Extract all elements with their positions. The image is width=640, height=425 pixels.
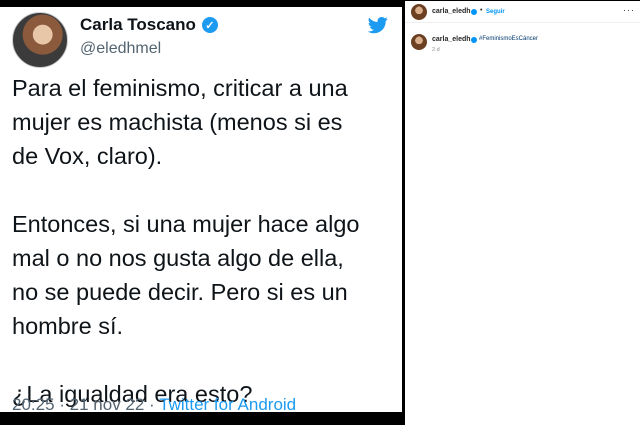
tweet-author-row: Carla Toscano ✓ [80, 15, 218, 35]
instagram-post-header: carla_eledh • Seguir ··· [405, 1, 640, 23]
ig-caption-username[interactable]: carla_eledh [432, 36, 471, 43]
author-handle[interactable]: @eledhmel [80, 40, 161, 58]
tweet-line: mujer es machista (menos si es [12, 109, 343, 135]
avatar[interactable] [411, 4, 427, 20]
follow-button[interactable]: Seguir [486, 9, 505, 15]
twitter-bird-icon [368, 17, 388, 34]
tweet-line: Para el feminismo, criticar a una [12, 75, 348, 101]
verified-badge-icon [471, 9, 477, 15]
post-time[interactable]: 2 d [432, 47, 440, 53]
author-name[interactable]: Carla Toscano [80, 15, 196, 35]
instagram-panel: carla_eledh • Seguir ··· carla_eledh #Fe… [405, 1, 640, 425]
hashtag-link[interactable]: #FeminismoEsCáncer [479, 36, 538, 42]
tweet-text: Para el feminismo, criticar a una mujer … [12, 71, 400, 411]
tweet-meta: 20:25 · 21 nov 22 · Twitter for Android [12, 395, 296, 412]
tweet-source-link[interactable]: Twitter for Android [159, 395, 296, 412]
more-options-icon[interactable]: ··· [623, 5, 635, 15]
ig-username[interactable]: carla_eledh [432, 8, 471, 15]
top-black-strip [0, 0, 405, 7]
tweet-timestamp[interactable]: 20:25 · 21 nov 22 · [12, 395, 159, 412]
avatar[interactable] [12, 12, 68, 68]
verified-badge-icon [471, 37, 477, 43]
tweet-line: mal o no nos gusta algo de ella, [12, 245, 344, 271]
avatar[interactable] [411, 34, 427, 50]
tweet-line: hombre sí. [12, 313, 124, 339]
bottom-black-bar [0, 412, 405, 425]
tweet-card: Carla Toscano ✓ @eledhmel Para el femini… [0, 7, 402, 412]
tweet-line: Entonces, si una mujer hace algo [12, 211, 360, 237]
tweet-line: no se puede decir. Pero si es un [12, 279, 348, 305]
tweet-line: de Vox, claro). [12, 143, 163, 169]
verified-badge-icon: ✓ [201, 17, 218, 33]
separator-dot: • [480, 7, 483, 14]
